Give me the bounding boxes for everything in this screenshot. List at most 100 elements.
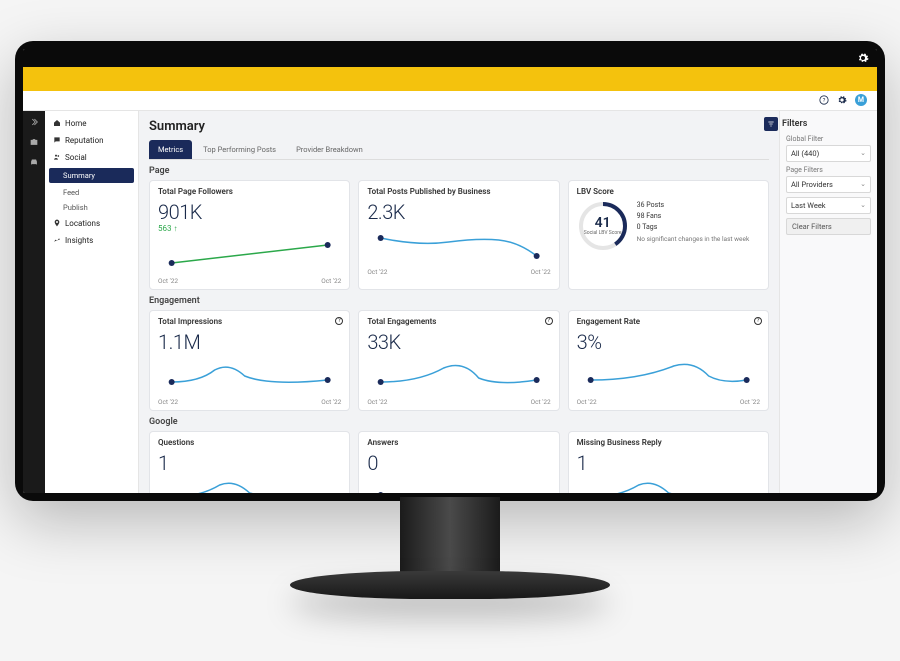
card-title: Engagement Rate [577, 317, 760, 326]
brand-topbar [23, 67, 877, 91]
filter-toggle-icon[interactable] [764, 117, 778, 131]
page-title: Summary [149, 119, 769, 134]
filter-providers-select[interactable]: All Providers⌄ [786, 176, 871, 193]
sidebar-item-home[interactable]: Home [45, 115, 138, 132]
card-lbv: LBV Score 41 Social LBV Score [568, 180, 769, 290]
chart-axis: Oct '22Oct '22 [158, 277, 341, 285]
car-icon[interactable] [29, 157, 39, 167]
sidebar-item-label: Reputation [65, 136, 104, 145]
system-topbar [23, 49, 877, 67]
card-missing-reply: Missing Business Reply 1 [568, 431, 769, 493]
section-google: Google [149, 417, 769, 427]
monitor-stand-base [290, 571, 610, 599]
engagement-cards: ? Total Impressions 1.1M Oct '22Oct '22 … [149, 310, 769, 411]
chevron-down-icon: ⌄ [860, 180, 866, 188]
sidebar-sub-summary[interactable]: Summary [49, 168, 134, 183]
card-value: 1 [158, 451, 341, 475]
info-icon[interactable]: ? [754, 317, 762, 325]
sparkline [367, 228, 550, 262]
sidebar-sub-feed[interactable]: Feed [45, 185, 138, 200]
monitor-frame: ? M Home Rep [15, 41, 885, 621]
filter-global-select[interactable]: All (440)⌄ [786, 145, 871, 162]
sparkline [367, 358, 550, 392]
card-value: 1.1M [158, 330, 341, 354]
avatar[interactable]: M [855, 94, 867, 106]
card-value: 0 [367, 451, 550, 475]
sidebar-item-label: Home [65, 119, 87, 128]
card-delta: 563↑ [158, 224, 341, 233]
sparkline [367, 479, 550, 493]
chat-icon [53, 136, 61, 144]
sidebar-item-reputation[interactable]: Reputation [45, 132, 138, 149]
card-engagements: ? Total Engagements 33K Oct '22Oct '22 [358, 310, 559, 411]
filter-page-label: Page Filters [786, 166, 871, 174]
card-value: 33K [367, 330, 550, 354]
monitor-stand-neck [400, 497, 500, 577]
app-header: ? M [23, 91, 877, 111]
filter-global-label: Global Filter [786, 135, 871, 143]
lbv-posts: 36 Posts [637, 200, 750, 211]
users-icon [53, 153, 61, 161]
card-title: Total Posts Published by Business [367, 187, 550, 196]
card-title: LBV Score [577, 187, 760, 196]
lbv-sub: Social LBV Score [584, 231, 622, 237]
section-engagement: Engagement [149, 296, 769, 306]
card-title: Total Engagements [367, 317, 550, 326]
card-rate: ? Engagement Rate 3% Oct '22Oct '22 [568, 310, 769, 411]
clear-filters-button[interactable]: Clear Filters [786, 218, 871, 235]
info-icon[interactable]: ? [545, 317, 553, 325]
main-content: Summary Metrics Top Performing Posts Pro… [139, 111, 779, 493]
section-page: Page [149, 166, 769, 176]
app-body: Home Reputation Social Summary Feed Publ… [23, 111, 877, 493]
lbv-score: 41 [595, 215, 611, 231]
sidebar-item-insights[interactable]: Insights [45, 232, 138, 249]
svg-text:?: ? [823, 98, 826, 104]
card-title: Total Impressions [158, 317, 341, 326]
sparkline [158, 358, 341, 392]
chart-axis: Oct '22Oct '22 [367, 398, 550, 406]
page-cards: Total Page Followers 901K 563↑ Oct '22Oc… [149, 180, 769, 290]
sidebar: Home Reputation Social Summary Feed Publ… [45, 111, 139, 493]
card-value: 901K [158, 200, 341, 224]
monitor-bezel: ? M Home Rep [15, 41, 885, 501]
card-answers: Answers 0 [358, 431, 559, 493]
sidebar-item-label: Social [65, 153, 87, 162]
tab-provider-breakdown[interactable]: Provider Breakdown [287, 140, 372, 159]
card-title: Questions [158, 438, 341, 447]
sidebar-sub-publish[interactable]: Publish [45, 200, 138, 215]
chevron-down-icon: ⌄ [860, 149, 866, 157]
card-value: 3% [577, 330, 760, 354]
card-impressions: ? Total Impressions 1.1M Oct '22Oct '22 [149, 310, 350, 411]
chart-axis: Oct '22Oct '22 [577, 398, 760, 406]
filter-range-select[interactable]: Last Week⌄ [786, 197, 871, 214]
tab-top-posts[interactable]: Top Performing Posts [194, 140, 285, 159]
settings-icon[interactable] [837, 95, 847, 105]
sidebar-item-locations[interactable]: Locations [45, 215, 138, 232]
sparkline [158, 237, 341, 271]
expand-icon[interactable] [29, 117, 39, 127]
card-questions: Questions 1 [149, 431, 350, 493]
screen: ? M Home Rep [23, 49, 877, 493]
filters-title: Filters [782, 119, 807, 129]
lbv-gauge: 41 Social LBV Score [577, 200, 629, 252]
tab-metrics[interactable]: Metrics [149, 140, 192, 159]
card-value: 1 [577, 451, 760, 475]
chart-icon[interactable] [29, 177, 39, 187]
chevron-down-icon: ⌄ [860, 201, 866, 209]
google-cards: Questions 1 Answers 0 Missing Business R… [149, 431, 769, 493]
sidebar-item-label: Locations [65, 219, 100, 228]
briefcase-icon[interactable] [29, 137, 39, 147]
info-icon[interactable]: ? [335, 317, 343, 325]
chart-axis: Oct '22Oct '22 [158, 398, 341, 406]
card-title: Answers [367, 438, 550, 447]
lbv-note: No significant changes in the last week [637, 235, 750, 243]
card-followers: Total Page Followers 901K 563↑ Oct '22Oc… [149, 180, 350, 290]
help-icon[interactable]: ? [819, 95, 829, 105]
sidebar-item-social[interactable]: Social [45, 149, 138, 166]
card-value: 2.3K [367, 200, 550, 224]
arrow-up-icon: ↑ [174, 224, 178, 233]
sparkline [158, 479, 341, 493]
lbv-tags: 0 Tags [637, 222, 750, 233]
home-icon [53, 119, 61, 127]
gear-icon[interactable] [857, 52, 869, 64]
